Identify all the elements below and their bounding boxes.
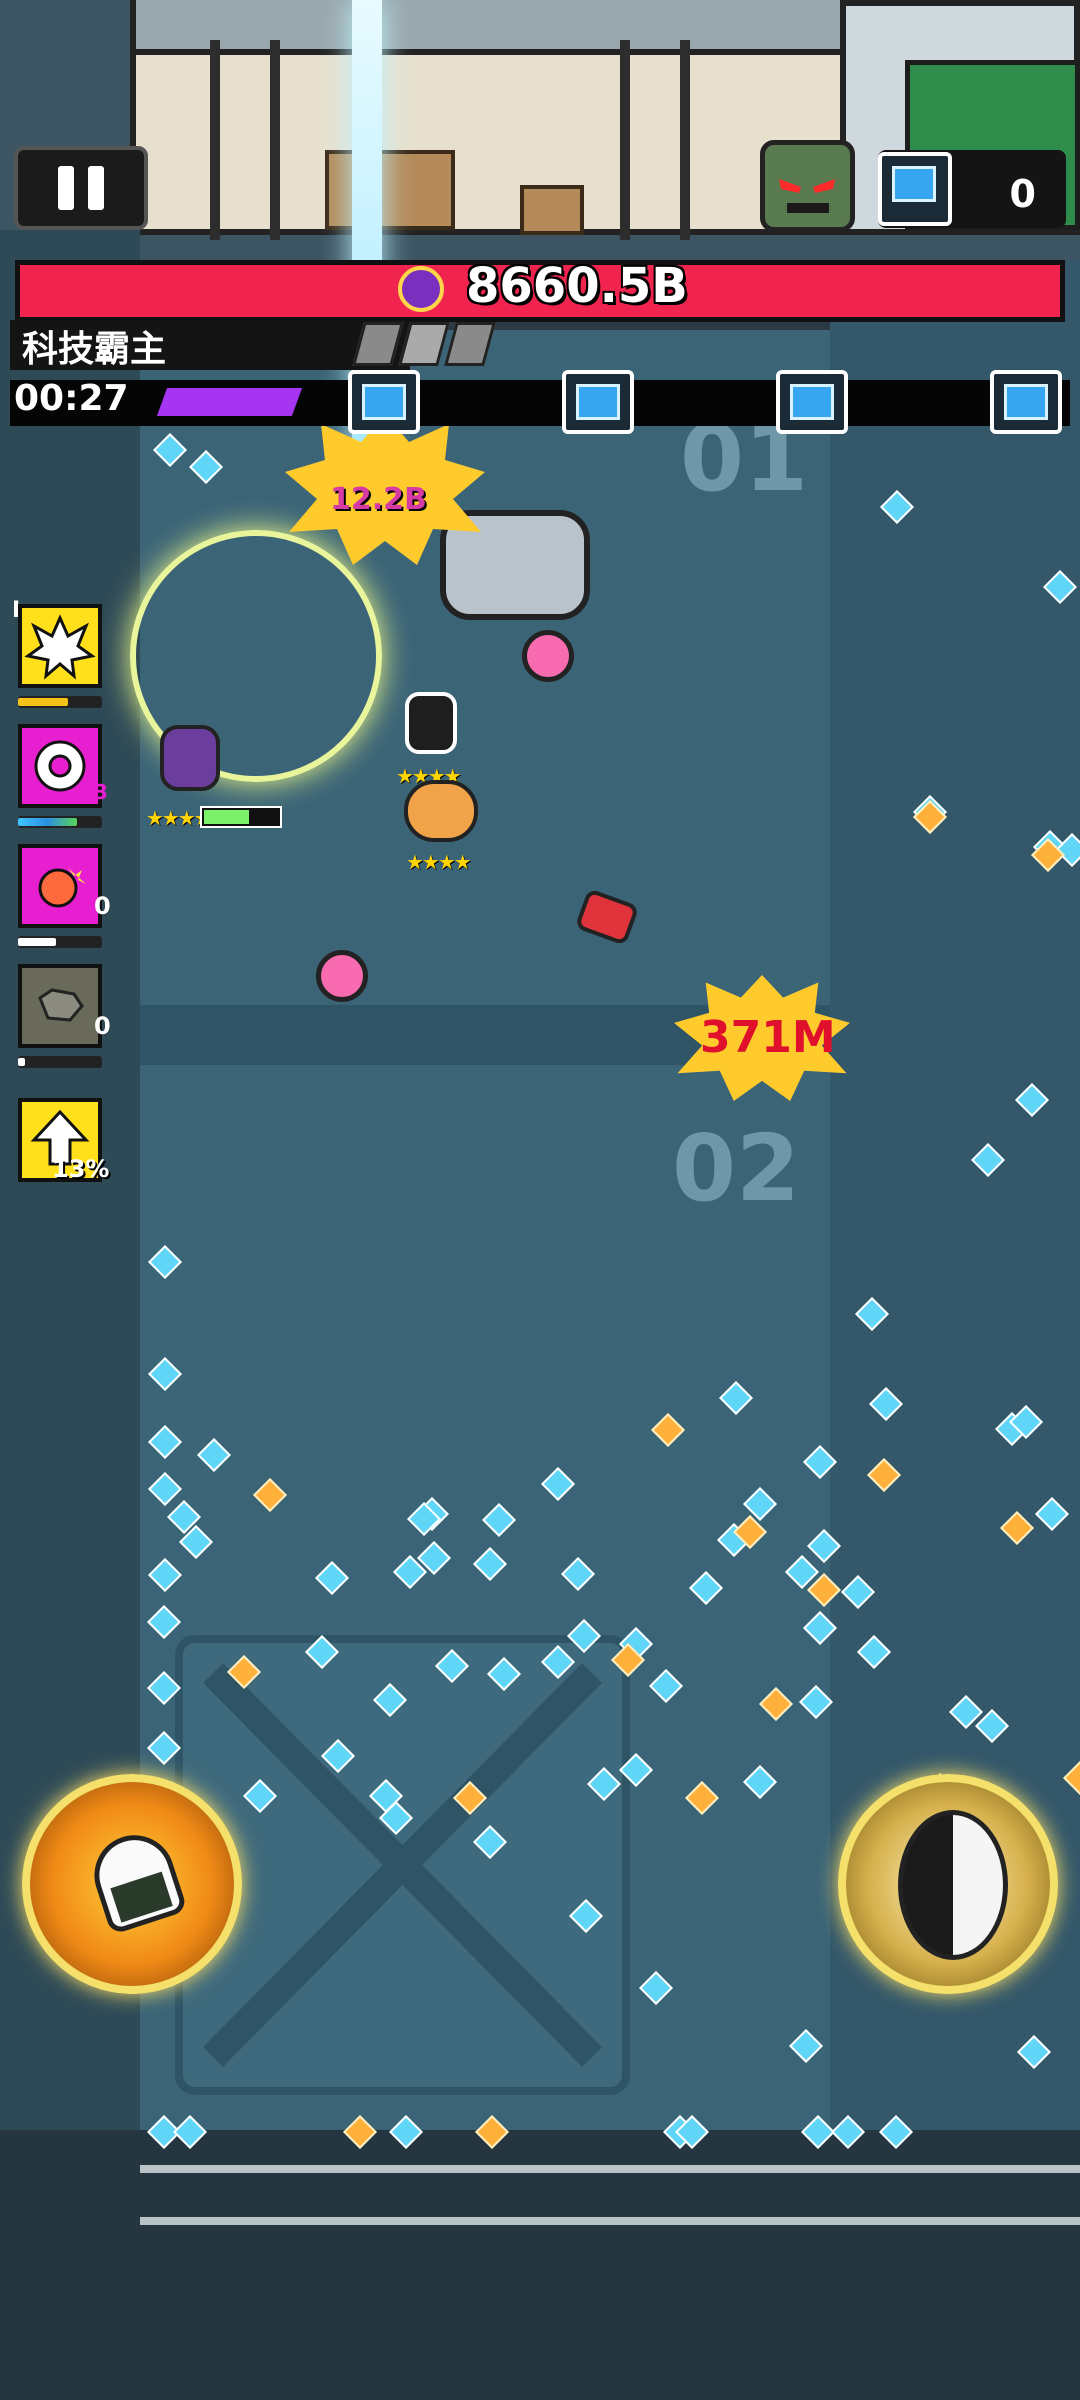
yin-yang-paw-icon	[898, 1810, 1008, 1960]
bomb-skill-count: 0	[94, 892, 111, 920]
steel-pillar-right	[620, 40, 690, 240]
damage-popup: 371M	[700, 1012, 836, 1063]
wooden-crate	[325, 150, 455, 230]
pause-icon	[58, 166, 74, 210]
hatch-cross-icon	[203, 1663, 602, 2067]
gear-skill-count: 3	[94, 780, 108, 804]
steel-pillar-left	[210, 40, 280, 240]
wooden-crate-small	[520, 185, 584, 235]
chest-marker-icon	[562, 370, 634, 434]
pause-icon-bar	[88, 166, 104, 210]
gear-icon	[34, 740, 86, 792]
agent-companion	[405, 692, 457, 754]
donut-projectile	[522, 630, 574, 682]
hero-hp-bar	[200, 806, 282, 828]
chest-marker-icon	[348, 370, 420, 434]
dog-skill-count: 0	[94, 1012, 111, 1040]
damage-popup-boss: 12.2B	[330, 482, 427, 517]
boss-hp-value: 8660.5B	[466, 258, 688, 314]
dog-stars: ★★★★	[406, 850, 472, 874]
level-up-percent: 13%	[52, 1155, 110, 1183]
gear-skill-bar	[18, 816, 102, 828]
chest-marker-icon	[776, 370, 848, 434]
angry-face-icon	[779, 179, 835, 213]
chest-marker-icon	[990, 370, 1062, 434]
gear-skill-slot[interactable]	[18, 724, 102, 808]
guard-rail	[140, 2165, 1080, 2225]
bomb-icon	[38, 868, 86, 908]
boss-shield-icon	[398, 266, 444, 312]
chest-icon	[878, 152, 952, 226]
dog-companion	[404, 780, 478, 842]
bomb-skill-slot[interactable]	[18, 844, 102, 928]
explosion-skill-bar	[18, 696, 102, 708]
dog-skill-bar	[18, 1056, 102, 1068]
explosion-skill-slot[interactable]	[18, 604, 102, 688]
pause-button[interactable]	[14, 146, 148, 230]
dog-silhouette-icon	[38, 988, 84, 1022]
floor-label-02: 02	[672, 1115, 801, 1222]
boss-name: 科技霸主	[22, 329, 167, 370]
wave-progress-fill	[156, 388, 303, 416]
dog-skill-slot-locked[interactable]	[18, 964, 102, 1048]
donut-projectile	[316, 950, 368, 1002]
player-hero	[160, 725, 220, 791]
wave-timer: 00:27	[14, 378, 129, 419]
boss-avatar-icon	[760, 140, 855, 232]
bomb-skill-bar	[18, 936, 102, 948]
explosion-icon	[24, 614, 96, 680]
chest-count: 0	[1009, 172, 1036, 216]
